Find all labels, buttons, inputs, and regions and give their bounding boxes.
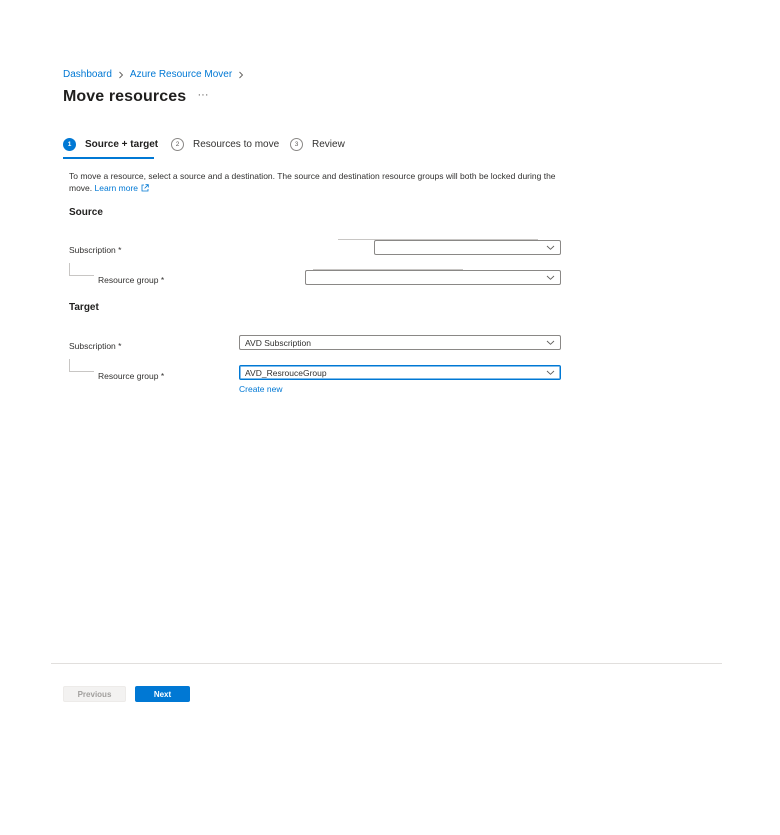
breadcrumb: Dashboard Azure Resource Mover [63,69,250,80]
chevron-down-icon [546,275,555,280]
tab-resources-to-move[interactable]: 2 Resources to move [171,138,279,151]
tab-review[interactable]: 3 Review [290,138,345,151]
source-subscription-dropdown[interactable] [374,240,561,255]
source-heading: Source [69,207,103,218]
chevron-down-icon [546,340,555,345]
step-number-2: 2 [171,138,184,151]
source-resource-group-label: Resource group * [98,275,165,285]
tree-connector [69,263,94,276]
breadcrumb-azure-resource-mover-link[interactable]: Azure Resource Mover [130,69,232,80]
step-number-1: 1 [63,138,76,151]
chevron-right-icon [238,71,244,79]
target-resource-group-dropdown[interactable]: AVD_ResrouceGroup [239,365,561,380]
tab-source-target[interactable]: 1 Source + target [63,138,158,151]
tab-label: Review [312,139,345,150]
external-link-icon [141,183,149,195]
active-tab-indicator [63,157,154,159]
tab-label: Resources to move [193,139,280,150]
next-button[interactable]: Next [135,686,190,702]
create-new-link[interactable]: Create new [239,384,282,394]
step-number-3: 3 [290,138,303,151]
description: To move a resource, select a source and … [69,170,564,195]
chevron-down-icon [546,370,555,375]
breadcrumb-dashboard-link[interactable]: Dashboard [63,69,112,80]
previous-button[interactable]: Previous [63,686,126,702]
more-options-icon[interactable]: ··· [196,90,210,103]
source-resource-group-dropdown[interactable] [305,270,561,285]
target-heading: Target [69,302,99,313]
dropdown-value: AVD Subscription [245,337,311,348]
learn-more-link[interactable]: Learn more [95,183,149,193]
target-subscription-label: Subscription * [69,341,122,351]
page-title: Move resources [63,88,187,105]
footer-divider [51,663,722,664]
tab-label: Source + target [85,139,159,150]
source-subscription-label: Subscription * [69,245,122,255]
chevron-right-icon [118,71,124,79]
target-resource-group-label: Resource group * [98,371,165,381]
target-subscription-dropdown[interactable]: AVD Subscription [239,335,561,350]
tree-connector [69,359,94,372]
chevron-down-icon [546,245,555,250]
dropdown-value: AVD_ResrouceGroup [245,367,327,378]
